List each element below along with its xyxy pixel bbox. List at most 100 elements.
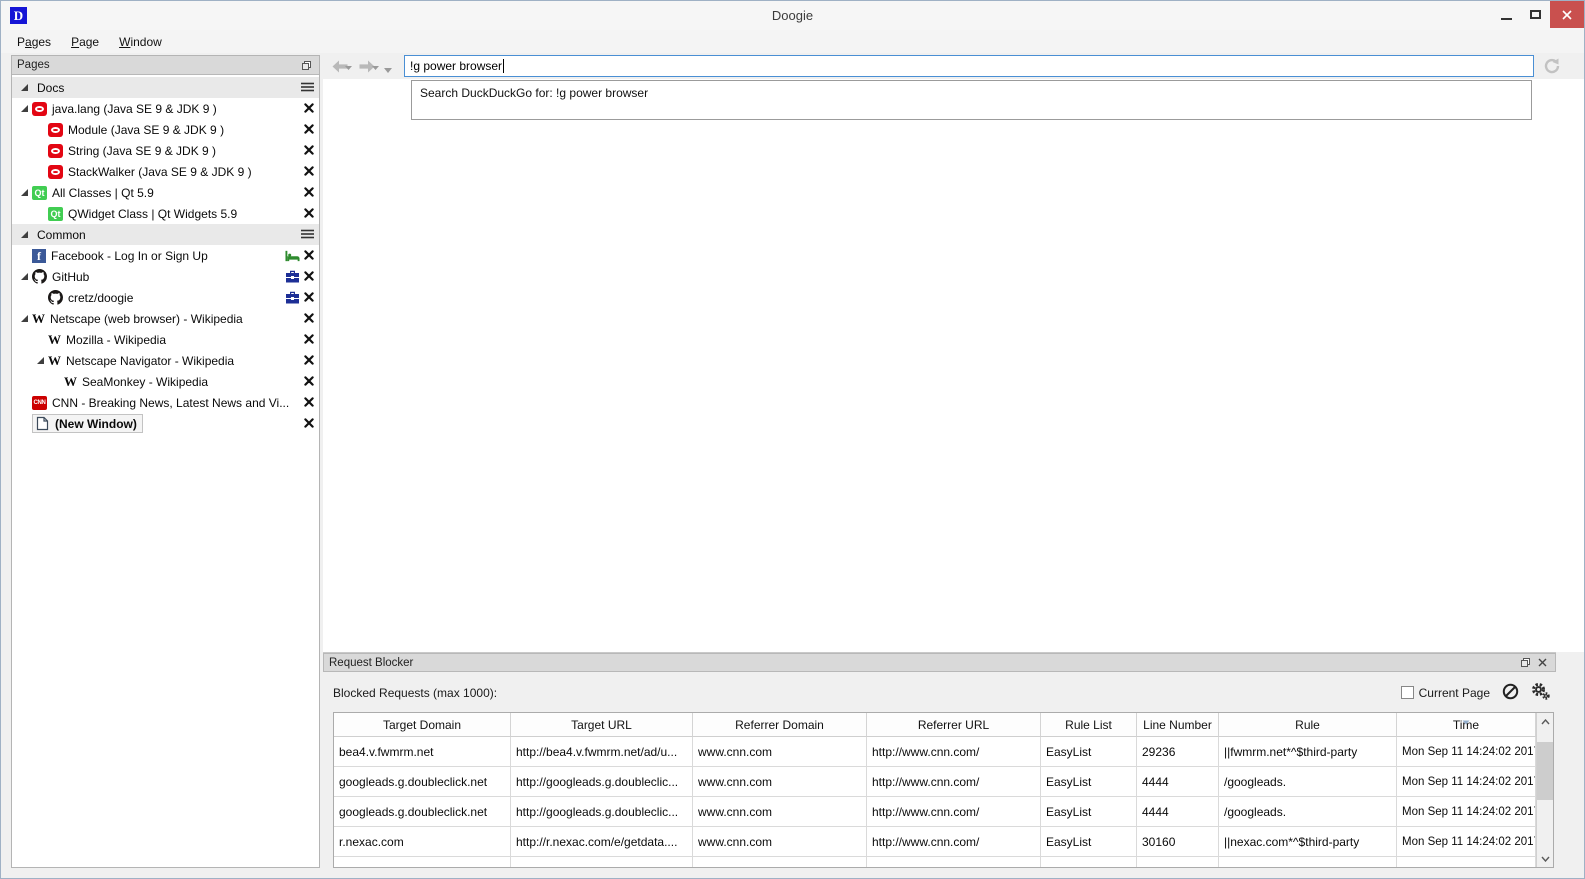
tree-section-docs[interactable]: Docs [12, 77, 319, 98]
section-menu-icon[interactable] [301, 228, 314, 242]
tree-item[interactable]: java.lang (Java SE 9 & JDK 9 ) [12, 98, 319, 119]
cell-value: r.nexac.com [339, 834, 404, 849]
tree-item[interactable]: W Mozilla - Wikipedia [12, 329, 319, 350]
browser-content[interactable] [323, 79, 1584, 652]
cell-value: http://bea4.v.fwmrm.net/ad/u... [516, 744, 678, 759]
column-header-line-number[interactable]: Line Number [1137, 713, 1219, 737]
address-bar[interactable]: !g power browser [404, 55, 1534, 77]
cell-target-url: http://googleads.g.doubleclic... [511, 797, 693, 827]
tree-item[interactable]: Module (Java SE 9 & JDK 9 ) [12, 119, 319, 140]
close-page-icon[interactable] [304, 165, 314, 179]
close-page-icon[interactable] [304, 270, 314, 284]
refresh-button[interactable] [1540, 55, 1564, 77]
menu-page[interactable]: Page [61, 32, 109, 52]
back-button[interactable] [326, 56, 353, 76]
expander-icon[interactable] [16, 185, 32, 201]
tree-item[interactable]: (New Window) [12, 413, 319, 434]
table-row[interactable]: googleads.g.doubleclick.net http://google… [334, 767, 1536, 797]
expander-icon[interactable] [16, 227, 32, 243]
menu-window[interactable]: Window [109, 32, 172, 52]
gears-icon [1532, 683, 1550, 700]
close-page-icon[interactable] [304, 102, 314, 116]
expander-icon[interactable] [16, 80, 32, 96]
table-row[interactable]: bea4.v.fwmrm.net http://bea4.v.fwmrm.net/… [334, 737, 1536, 767]
page-label: SeaMonkey - Wikipedia [82, 374, 209, 389]
scrollbar-thumb[interactable] [1537, 742, 1553, 800]
tree-section-common[interactable]: Common [12, 224, 319, 245]
close-page-icon[interactable] [304, 333, 314, 347]
table-scrollbar[interactable] [1536, 713, 1553, 867]
close-page-icon[interactable] [304, 207, 314, 221]
tree-item[interactable]: W Netscape (web browser) - Wikipedia [12, 308, 319, 329]
float-dock-button[interactable] [1518, 655, 1533, 670]
close-page-icon[interactable] [304, 396, 314, 410]
sort-descending-icon [1462, 714, 1470, 728]
float-dock-button[interactable] [299, 58, 314, 73]
tree-item[interactable]: W SeaMonkey - Wikipedia [12, 371, 319, 392]
close-page-icon[interactable] [304, 249, 314, 263]
close-page-icon[interactable] [304, 375, 314, 389]
java-docs-icon [48, 164, 63, 179]
back-dropdown-icon [345, 66, 352, 70]
main-column: !g power browser Search DuckDuckGo for: … [323, 53, 1584, 878]
column-header-label: Rule [1295, 717, 1320, 732]
forward-button[interactable] [353, 56, 380, 76]
expander-icon[interactable] [16, 269, 32, 285]
close-button[interactable] [1550, 1, 1584, 28]
close-page-icon[interactable] [304, 144, 314, 158]
tree-item[interactable]: GitHub [12, 266, 319, 287]
column-header-target-domain[interactable]: Target Domain [334, 713, 511, 737]
tree-item[interactable]: String (Java SE 9 & JDK 9 ) [12, 140, 319, 161]
scrollbar-track[interactable] [1537, 730, 1553, 850]
close-dock-button[interactable] [1535, 655, 1550, 670]
column-header-time[interactable]: Time [1397, 713, 1536, 737]
window-controls [1492, 1, 1584, 30]
column-header-rule[interactable]: Rule [1219, 713, 1397, 737]
close-page-icon[interactable] [304, 123, 314, 137]
column-header-referrer-url[interactable]: Referrer URL [867, 713, 1041, 737]
column-header-rule-list[interactable]: Rule List [1041, 713, 1137, 737]
column-header-referrer-domain[interactable]: Referrer Domain [693, 713, 867, 737]
cell-value: EasyList [1046, 774, 1092, 789]
current-page-checkbox[interactable]: Current Page [1400, 686, 1490, 700]
scroll-up-button[interactable] [1537, 713, 1554, 730]
menu-pages[interactable]: Pages [7, 32, 61, 52]
close-page-icon[interactable] [304, 312, 314, 326]
clear-blocked-button[interactable] [1502, 683, 1519, 703]
table-row-partial [334, 857, 1536, 867]
close-page-icon[interactable] [304, 186, 314, 200]
tree-item[interactable]: Qt QWidget Class | Qt Widgets 5.9 [12, 203, 319, 224]
refresh-icon [1544, 58, 1560, 74]
table-row[interactable]: googleads.g.doubleclick.net http://google… [334, 797, 1536, 827]
page-label: QWidget Class | Qt Widgets 5.9 [68, 206, 238, 221]
cell-referrer-domain: www.cnn.com [693, 767, 867, 797]
close-page-icon[interactable] [304, 291, 314, 305]
section-menu-icon[interactable] [301, 81, 314, 95]
tree-item[interactable]: W Netscape Navigator - Wikipedia [12, 350, 319, 371]
cell-value: bea4.v.fwmrm.net [339, 744, 434, 759]
tree-item[interactable]: StackWalker (Java SE 9 & JDK 9 ) [12, 161, 319, 182]
blocker-settings-button[interactable] [1531, 682, 1550, 703]
column-header-target-url[interactable]: Target URL [511, 713, 693, 737]
tree-item[interactable]: f Facebook - Log In or Sign Up [12, 245, 319, 266]
tree-item[interactable]: Qt All Classes | Qt 5.9 [12, 182, 319, 203]
autocomplete-suggestion[interactable]: Search DuckDuckGo for: !g power browser [420, 86, 1523, 100]
title-bar: D Doogie [1, 1, 1584, 30]
expander-icon[interactable] [16, 311, 32, 327]
expander-icon[interactable] [32, 353, 48, 369]
tree-item[interactable]: CNN CNN - Breaking News, Latest News and … [12, 392, 319, 413]
column-header-label: Target Domain [382, 717, 462, 732]
table-row[interactable]: r.nexac.com http://r.nexac.com/e/getdata.… [334, 827, 1536, 857]
tree-item[interactable]: cretz/doogie [12, 287, 319, 308]
close-page-icon[interactable] [304, 417, 314, 431]
minimize-button[interactable] [1492, 1, 1521, 28]
cell-rule: ||nexac.com*^$third-party [1219, 827, 1397, 857]
cell-value: googleads.g.doubleclick.net [339, 774, 488, 789]
close-page-icon[interactable] [304, 354, 314, 368]
expander-icon[interactable] [16, 101, 32, 117]
cell-value: http://googleads.g.doubleclic... [516, 804, 679, 819]
maximize-button[interactable] [1521, 1, 1550, 28]
scroll-down-button[interactable] [1537, 850, 1554, 867]
page-menu-dropdown-button[interactable] [380, 56, 396, 76]
cell-rule: ||fwmrm.net*^$third-party [1219, 737, 1397, 767]
